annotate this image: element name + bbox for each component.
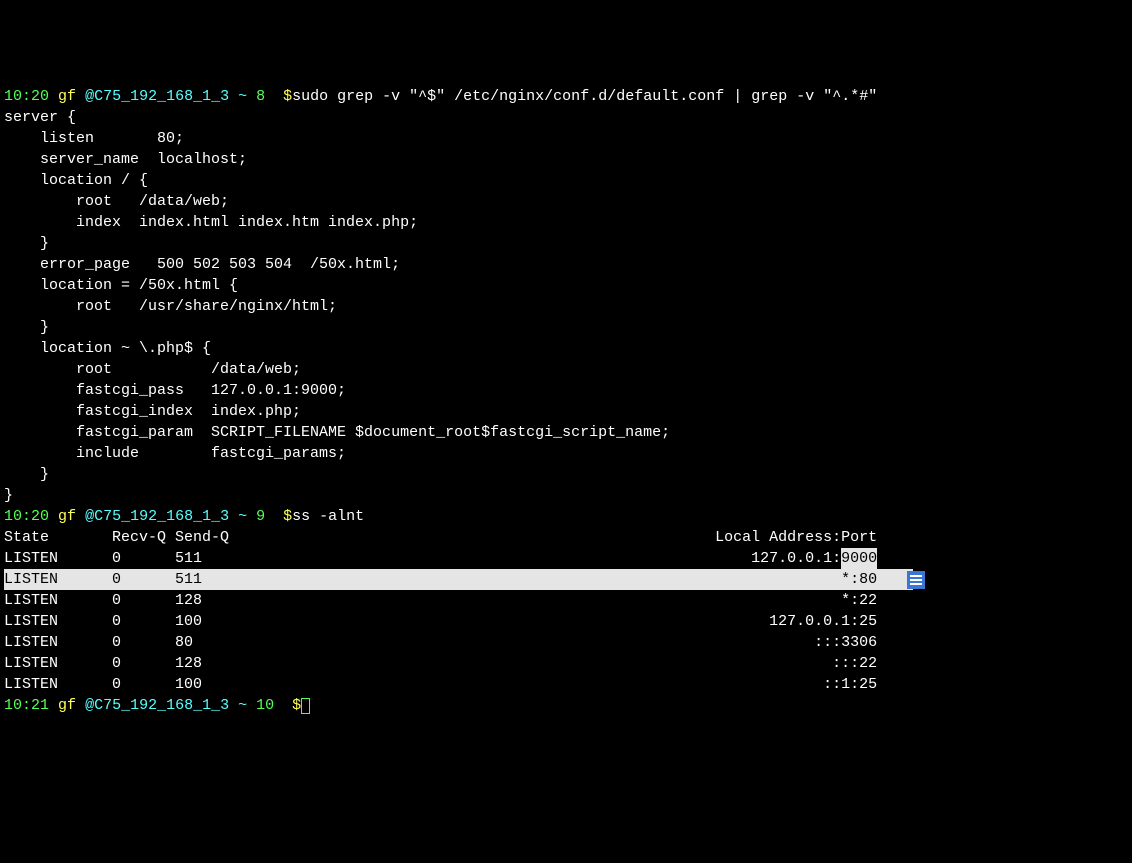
config-line: server { xyxy=(4,107,1128,128)
config-line: root /usr/share/nginx/html; xyxy=(4,296,1128,317)
ss-row: LISTEN 0 100 ::1:25 xyxy=(4,674,1128,695)
config-line: } xyxy=(4,485,1128,506)
config-line: error_page 500 502 503 504 /50x.html; xyxy=(4,254,1128,275)
prompt-line: 10:20 gf @C75_192_168_1_3 ~ 8 $sudo grep… xyxy=(4,86,1128,107)
ss-row: LISTEN 0 100 127.0.0.1:25 xyxy=(4,611,1128,632)
ss-row: LISTEN 0 80 :::3306 xyxy=(4,632,1128,653)
ss-header: State Recv-Q Send-Q Local Address:Port xyxy=(4,527,1128,548)
prompt-line: 10:20 gf @C75_192_168_1_3 ~ 9 $ss -alnt xyxy=(4,506,1128,527)
prompt-line: 10:21 gf @C75_192_168_1_3 ~ 10 $ xyxy=(4,695,1128,716)
ss-row-highlighted: LISTEN 0 511 *:80 xyxy=(4,569,1128,590)
ss-row: LISTEN 0 128 *:22 xyxy=(4,590,1128,611)
config-line: } xyxy=(4,233,1128,254)
config-line: location / { xyxy=(4,170,1128,191)
config-line: fastcgi_index index.php; xyxy=(4,401,1128,422)
terminal-output[interactable]: 10:20 gf @C75_192_168_1_3 ~ 8 $sudo grep… xyxy=(4,86,1128,716)
config-line: } xyxy=(4,317,1128,338)
cursor xyxy=(301,698,310,714)
config-line: fastcgi_param SCRIPT_FILENAME $document_… xyxy=(4,422,1128,443)
config-line: index index.html index.htm index.php; xyxy=(4,212,1128,233)
config-line: root /data/web; xyxy=(4,191,1128,212)
config-line: include fastcgi_params; xyxy=(4,443,1128,464)
ss-row: LISTEN 0 128 :::22 xyxy=(4,653,1128,674)
config-line: fastcgi_pass 127.0.0.1:9000; xyxy=(4,380,1128,401)
config-line: listen 80; xyxy=(4,128,1128,149)
ss-row: LISTEN 0 511 127.0.0.1:9000 xyxy=(4,548,1128,569)
config-line: location = /50x.html { xyxy=(4,275,1128,296)
scroll-indicator-icon xyxy=(907,571,925,589)
config-line: root /data/web; xyxy=(4,359,1128,380)
config-line: location ~ \.php$ { xyxy=(4,338,1128,359)
config-line: } xyxy=(4,464,1128,485)
config-line: server_name localhost; xyxy=(4,149,1128,170)
